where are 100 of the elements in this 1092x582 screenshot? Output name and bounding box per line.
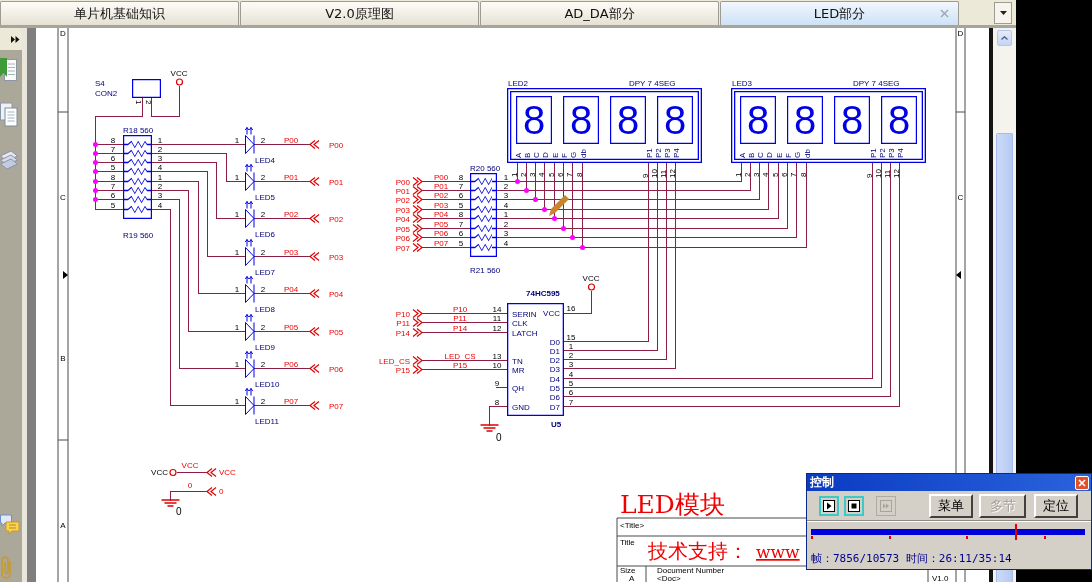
tab[interactable]: 单片机基础知识: [0, 1, 239, 25]
expand-icon[interactable]: [11, 35, 20, 43]
play-icon: [823, 500, 835, 512]
part-label: DPY 7 4SEG: [853, 79, 900, 88]
net-label: P00: [283, 135, 299, 145]
pin-number: 6: [110, 154, 116, 163]
port-label: 0: [219, 487, 224, 496]
pin-name: D1: [549, 346, 560, 356]
tick-mark: [811, 536, 813, 539]
pin-number: 10: [873, 169, 883, 178]
close-icon: [1078, 478, 1086, 487]
power-port-icon: [169, 468, 177, 477]
offpage-connector-icon: [206, 467, 217, 478]
pin-number: 7: [110, 145, 116, 154]
net-label: P03: [283, 247, 299, 257]
pin-number: 2: [742, 172, 752, 177]
offpage-connector-icon: [412, 242, 423, 253]
pin-number: 8: [494, 397, 500, 407]
pin-number: 1: [234, 247, 240, 257]
tick-mark: [1044, 536, 1047, 539]
field-label: Document Number: [657, 566, 725, 575]
net-label: P02: [433, 191, 449, 200]
tab[interactable]: AD_DA部分: [480, 1, 719, 25]
pin-name: SERIN: [512, 309, 537, 319]
pin-name: D3: [549, 364, 560, 374]
pages-icon[interactable]: [0, 102, 18, 127]
offpage-connector-icon: [309, 363, 320, 374]
pin-number: 2: [260, 322, 266, 332]
stop-button[interactable]: [844, 496, 864, 516]
offpage-connector-icon: [309, 326, 320, 337]
power-port-icon: [587, 283, 596, 291]
display-digit: 8: [657, 96, 693, 144]
pin-number: 6: [568, 387, 574, 397]
pin-number: 10: [649, 169, 659, 178]
pin-number: 10: [492, 360, 502, 370]
comments-icon[interactable]: [0, 513, 20, 535]
wire: [254, 256, 311, 257]
pin-number: 7: [458, 182, 464, 191]
pin-name: D: [540, 152, 550, 158]
pin-name: G: [792, 151, 802, 158]
wire: [422, 209, 471, 210]
pin-number: 9: [640, 173, 650, 178]
bookmark-icon[interactable]: [0, 58, 18, 82]
pin-number: 12: [667, 169, 677, 178]
pin-number: 4: [536, 172, 546, 177]
pin-number: 3: [751, 172, 761, 177]
net-label: P04: [433, 210, 449, 219]
port-label: P05: [395, 224, 410, 234]
status-text: 帧：7856/10573 时间：26:11/35:14: [811, 551, 1013, 566]
progress-thumb[interactable]: [1014, 524, 1017, 540]
led-symbol: [244, 388, 255, 415]
pin-name: C: [755, 152, 765, 158]
tab[interactable]: V2.0原理图: [240, 1, 479, 25]
net-label: P14: [452, 323, 468, 333]
component-label: R21 560: [470, 266, 501, 275]
pin-name: QH: [512, 383, 524, 393]
pin-name: LATCH: [512, 328, 538, 338]
pin-name: P4: [895, 148, 905, 158]
pin-name: P1: [868, 148, 878, 158]
panel-button[interactable]: 定位: [1034, 494, 1078, 518]
port-label: P07: [329, 401, 344, 411]
display-digit: 8: [516, 96, 552, 144]
junction-dot-icon: [552, 216, 557, 221]
component-label: S4: [95, 79, 105, 88]
pin-number: 11: [658, 169, 668, 178]
pin-number: 4: [503, 201, 509, 210]
pin-name: C: [531, 152, 541, 158]
tick-mark: [888, 536, 891, 539]
scroll-up-button[interactable]: [997, 30, 1012, 46]
offpage-connector-icon: [412, 223, 423, 234]
port-label: P01: [395, 186, 410, 196]
pin-name: P4: [671, 148, 681, 158]
title-value: <Title>: [620, 521, 645, 530]
pin-name: D2: [549, 355, 560, 365]
led-symbol: [244, 127, 255, 154]
play-button[interactable]: [819, 496, 839, 516]
pin-number: 1: [157, 136, 163, 145]
pin-name: D0: [549, 337, 560, 347]
pin-number: 8: [574, 172, 584, 177]
offpage-connector-icon: [309, 288, 320, 299]
pin-number: 2: [260, 396, 266, 406]
tick-mark: [966, 536, 969, 539]
pin-name: B: [522, 152, 532, 158]
wire: [254, 293, 311, 294]
panel-button[interactable]: 菜单: [929, 494, 973, 518]
wire: [422, 190, 471, 191]
progress-track[interactable]: [811, 524, 1085, 540]
pin-name: B: [746, 152, 756, 158]
junction-dot-icon: [93, 197, 98, 202]
close-button[interactable]: [1075, 475, 1089, 490]
ground-icon: [160, 499, 181, 507]
ground-label: 0: [176, 506, 182, 517]
pin-name: P1: [644, 148, 654, 158]
tab[interactable]: LED部分: [720, 1, 959, 25]
tab-list-button[interactable]: [994, 2, 1012, 24]
wire: [422, 247, 471, 248]
website-link[interactable]: www: [756, 542, 800, 562]
port-label: P01: [329, 177, 344, 187]
ground-label: 0: [496, 432, 502, 443]
junction-dot-icon: [570, 235, 575, 240]
